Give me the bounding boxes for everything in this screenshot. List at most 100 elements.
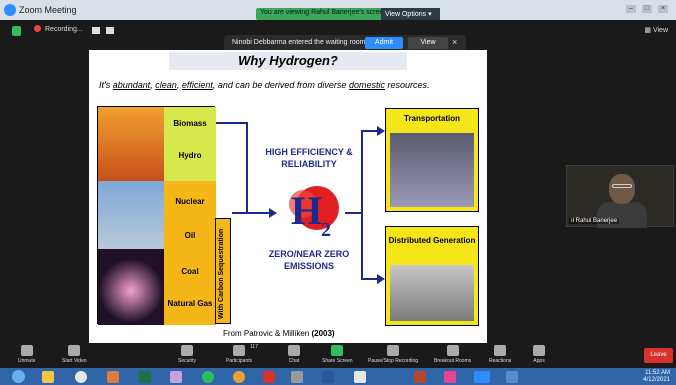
carbon-sequestration-bar: With Carbon Sequestration xyxy=(215,218,231,324)
close-notification-icon[interactable]: × xyxy=(452,37,457,47)
start-video-button[interactable]: Start Video xyxy=(62,345,87,364)
share-screen-button[interactable]: Share Screen xyxy=(322,345,353,364)
word-icon[interactable] xyxy=(322,371,334,383)
view-options-button[interactable]: View Options ▾ xyxy=(381,8,440,20)
breakout-rooms-button[interactable]: Breakout Rooms xyxy=(434,345,471,364)
subtitle-underlined: abundant xyxy=(112,80,151,90)
shield-icon xyxy=(181,345,194,356)
arrow-head-icon xyxy=(377,126,385,136)
connector-line xyxy=(246,122,248,214)
source-nuclear: Nuclear xyxy=(175,197,205,206)
subtitle-underlined: efficient xyxy=(181,80,213,90)
minimize-icon[interactable]: – xyxy=(626,5,636,13)
clock-time: 11:52 AM xyxy=(645,370,670,376)
chat-button[interactable]: Chat xyxy=(288,345,300,364)
breakout-rooms-icon xyxy=(446,345,459,356)
source-coal: Coal xyxy=(181,267,199,276)
gas-flame-photo xyxy=(98,249,164,325)
chat-icon xyxy=(288,345,300,356)
firefox-icon[interactable] xyxy=(233,371,245,383)
waiting-room-notification: Ninobi Debbarma entered the waiting room… xyxy=(224,35,466,51)
system-clock[interactable]: 11:52 AM 4/12/2021 xyxy=(643,370,670,384)
close-window-icon[interactable]: × xyxy=(658,5,668,13)
connector-line xyxy=(361,130,363,280)
security-shield-icon[interactable] xyxy=(12,26,21,36)
screen-share-banner: You are viewing Rahul Banerjee's screen … xyxy=(256,8,440,20)
leave-button[interactable]: Leave xyxy=(644,348,673,363)
share-screen-icon xyxy=(331,345,344,356)
video-off-icon xyxy=(68,345,81,356)
participant-glasses xyxy=(612,184,632,188)
recording-label: Recording... xyxy=(45,26,83,33)
zoom-taskbar-icon[interactable] xyxy=(474,371,490,383)
participant-name: ıl Rahul Banerjee xyxy=(569,218,620,224)
source-oil: Oil xyxy=(184,231,196,240)
apps-label: Apps xyxy=(533,358,545,364)
media-player-icon[interactable] xyxy=(107,371,119,383)
chrome-icon[interactable] xyxy=(75,371,87,383)
participant-count: 117 xyxy=(250,344,258,350)
share-message: You are viewing Rahul Banerjee's screen xyxy=(260,9,388,16)
participants-icon xyxy=(233,345,246,356)
subtitle-underlined: domestic xyxy=(348,80,385,90)
arrow-head-icon xyxy=(377,274,385,284)
windows-taskbar: 11:52 AM 4/12/2021 xyxy=(0,368,676,385)
unmute-button[interactable]: Unmute xyxy=(18,345,36,364)
energy-sources-panel: Biomass Hydro Nuclear Oil Coal Natural G… xyxy=(97,106,216,325)
reactions-label: Reactions xyxy=(489,358,512,364)
microphone-muted-icon xyxy=(20,345,33,356)
participants-label: Participants xyxy=(226,358,253,364)
distributed-generation-label: Distributed Generation xyxy=(388,236,476,245)
cooling-tower-photo xyxy=(98,181,164,249)
subtitle-text: It's xyxy=(99,80,113,90)
app-icon[interactable] xyxy=(506,371,518,383)
notification-text: Ninobi Debbarma entered the waiting room xyxy=(232,39,366,46)
view-waiting-room-button[interactable]: View xyxy=(408,37,448,49)
maximize-icon[interactable]: □ xyxy=(642,5,652,13)
arrow-to-h2 xyxy=(232,212,272,214)
windows-start-icon[interactable] xyxy=(12,370,25,383)
security-button[interactable]: Security xyxy=(178,345,196,364)
recording-controls-icon xyxy=(387,345,400,356)
concept-car-photo xyxy=(390,133,474,207)
generator-photo xyxy=(390,265,474,321)
svg-text:H: H xyxy=(291,188,322,233)
apps-button[interactable]: Apps xyxy=(533,345,545,364)
record-dot-icon xyxy=(34,25,41,32)
efficiency-text: HIGH EFFICIENCY & RELIABILITY xyxy=(265,147,353,169)
participant-video-tile[interactable]: ıl Rahul Banerjee xyxy=(566,165,674,228)
app-icon[interactable] xyxy=(170,371,182,383)
participant-shirt xyxy=(597,202,647,228)
excel-icon[interactable] xyxy=(139,371,151,383)
app-icon[interactable] xyxy=(291,371,303,383)
window-titlebar: Zoom Meeting You are viewing Rahul Baner… xyxy=(0,0,676,20)
window-controls: – □ × xyxy=(626,5,668,13)
file-explorer-icon[interactable] xyxy=(42,371,54,383)
reactions-button[interactable]: Reactions xyxy=(489,345,511,364)
participant-name-text: Rahul Banerjee xyxy=(575,218,618,224)
participants-button[interactable]: Participants xyxy=(226,345,252,364)
source-biomass: Biomass xyxy=(173,119,207,128)
admit-button[interactable]: Admit xyxy=(365,37,403,49)
pause-stop-recording-button[interactable]: Pause/Stop Recording xyxy=(368,345,418,364)
transportation-label: Transportation xyxy=(403,114,460,123)
view-button[interactable]: ▦ View xyxy=(644,26,668,34)
app-icon[interactable] xyxy=(444,371,456,383)
pause-recording-icon[interactable] xyxy=(92,27,100,34)
stop-recording-icon[interactable] xyxy=(106,27,114,34)
view-label: View xyxy=(652,27,668,34)
recording-controls-label: Pause/Stop Recording xyxy=(368,358,419,364)
slide-citation: From Patrovic & Milliken (2003) xyxy=(223,329,335,338)
sequestration-label: With Carbon Sequestration xyxy=(218,228,225,319)
citation-year: (2003) xyxy=(311,329,335,338)
slide-title: Why Hydrogen? xyxy=(169,52,407,70)
distributed-generation-box: Distributed Generation xyxy=(385,226,479,326)
renewable-sources-block: Biomass Hydro xyxy=(164,107,216,181)
wind-turbine-photo xyxy=(98,107,164,181)
pdf-reader-icon[interactable] xyxy=(263,371,275,383)
zoom-logo-icon xyxy=(4,4,16,16)
powerpoint-icon[interactable] xyxy=(414,371,426,383)
conventional-sources-block: Nuclear Oil Coal Natural Gas xyxy=(164,181,216,325)
app-icon[interactable] xyxy=(202,371,214,383)
app-icon[interactable] xyxy=(354,371,366,383)
